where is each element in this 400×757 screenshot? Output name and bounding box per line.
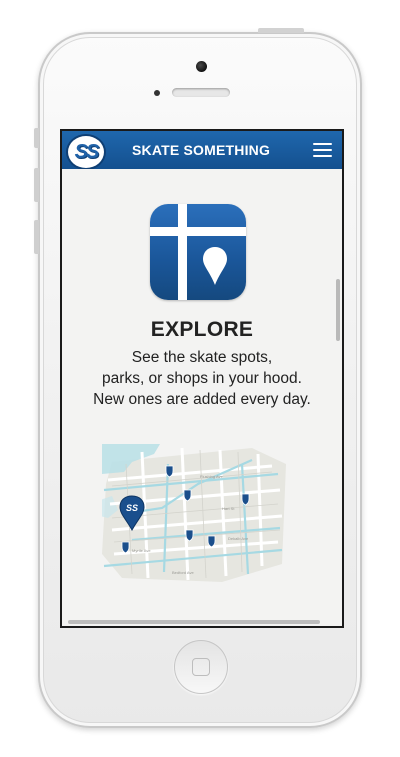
feature-description: See the skate spots, parks, or shops in … (62, 347, 342, 410)
shield-marker-icon[interactable] (185, 529, 194, 542)
shield-marker-icon[interactable] (241, 493, 250, 506)
mute-switch (34, 128, 39, 148)
shield-marker-icon[interactable] (165, 465, 174, 478)
proximity-sensor (154, 90, 160, 96)
icon-street-horizontal (150, 227, 246, 236)
map-pin-label: SS (126, 503, 138, 513)
description-line: New ones are added every day. (93, 391, 311, 408)
home-button[interactable] (174, 640, 228, 694)
top-navbar: SS SKATE SOMETHING (62, 131, 342, 170)
map-street-label: Myrtle Ave (132, 548, 151, 553)
home-square-icon (192, 658, 210, 676)
shield-marker-icon[interactable] (207, 535, 216, 548)
description-line: parks, or shops in your hood. (102, 370, 302, 387)
hamburger-menu-icon[interactable] (313, 143, 332, 157)
logo-text: SS (74, 140, 100, 163)
map-street-label: Dekalb Ave (228, 536, 249, 541)
power-button (258, 28, 304, 33)
map-explore-icon (150, 204, 246, 300)
icon-street-vertical (178, 204, 187, 300)
app-viewport: SS SKATE SOMETHING EXPLORE See the skate… (62, 131, 342, 626)
neighborhood-map[interactable]: Flushing Ave Myrtle Ave Hart St Dekalb A… (102, 444, 286, 586)
volume-up-button (34, 168, 39, 202)
main-content: EXPLORE See the skate spots, parks, or s… (62, 169, 342, 626)
location-pin-icon (203, 247, 227, 285)
description-line: See the skate spots, (131, 349, 273, 366)
vertical-scrollbar[interactable] (336, 279, 340, 341)
phone-screen: SS SKATE SOMETHING EXPLORE See the skate… (60, 129, 344, 628)
feature-heading: EXPLORE (150, 318, 254, 341)
earpiece-speaker (172, 88, 230, 97)
shield-marker-icon[interactable] (121, 541, 130, 554)
app-logo[interactable]: SS (66, 134, 106, 170)
map-street-label: Hart St (222, 506, 235, 511)
shield-marker-icon[interactable] (183, 489, 192, 502)
horizontal-scrollbar[interactable] (68, 620, 320, 624)
volume-down-button (34, 220, 39, 254)
app-title: SKATE SOMETHING (132, 142, 271, 158)
front-camera-icon (196, 61, 207, 72)
map-street-label: Flushing Ave (200, 474, 224, 479)
map-street-label: Bedford Ave (172, 570, 194, 575)
